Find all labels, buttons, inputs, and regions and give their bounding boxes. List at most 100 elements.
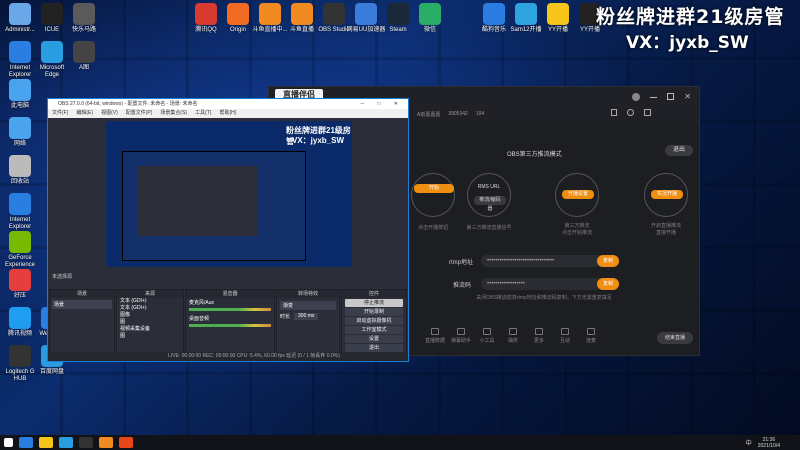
- tool-icon: [535, 328, 543, 335]
- tool-button[interactable]: 互动: [551, 328, 579, 344]
- app-icon: [9, 3, 31, 25]
- tool-button[interactable]: 小工具: [473, 328, 501, 344]
- duration-input[interactable]: 300 ms: [294, 313, 319, 320]
- tool-label: 抽奖: [507, 338, 518, 344]
- app-icon: [9, 269, 31, 291]
- douyu-taskbar-icon[interactable]: [99, 437, 113, 448]
- source-item[interactable]: 文本 (GDI+): [117, 298, 183, 305]
- menu-scene-collection[interactable]: 场景集合(S): [160, 109, 187, 118]
- transition-select[interactable]: 渐变: [280, 301, 336, 310]
- obs-preview[interactable]: 粉丝牌进群21级房管 VX：jyxb_SW: [106, 121, 352, 267]
- desktop-icon-label: 回收站: [10, 179, 29, 185]
- store-taskbar-icon[interactable]: [59, 437, 73, 448]
- banner-line-1: 粉丝牌进群21级房管: [596, 6, 785, 28]
- start-icon[interactable]: [4, 438, 13, 447]
- control-button[interactable]: 开始录制: [345, 308, 403, 316]
- app-icon: [419, 3, 441, 25]
- desktop-icon[interactable]: Internet Explorer: [0, 193, 40, 231]
- app-icon: [9, 193, 31, 215]
- zhibo-toolbar-icons: [611, 109, 651, 116]
- source-item[interactable]: 视频采集设备: [117, 326, 183, 333]
- desktop-icon-label: 好压: [13, 293, 26, 299]
- tool-button[interactable]: 更多: [525, 328, 553, 344]
- step-1-button[interactable]: 开始: [414, 184, 454, 193]
- close-icon[interactable]: ✕: [684, 93, 691, 101]
- desktop-icon[interactable]: GeForce Experience: [0, 231, 40, 269]
- tool-button[interactable]: 连麦: [577, 328, 605, 344]
- tool-icon: [457, 328, 465, 335]
- control-button[interactable]: 工作室模式: [345, 326, 403, 334]
- app-icon: [483, 3, 505, 25]
- rtmp-copy-button[interactable]: 复制: [597, 255, 619, 267]
- key-copy-button[interactable]: 复制: [597, 278, 619, 290]
- rtmp-field[interactable]: ••••••••••••••••••••••••••••••••: [481, 255, 611, 267]
- maximize-icon[interactable]: [667, 93, 675, 100]
- more-icon[interactable]: [644, 109, 651, 116]
- menu-help[interactable]: 帮助(H): [219, 109, 236, 118]
- tool-button[interactable]: 抽奖: [499, 328, 527, 344]
- obs-taskbar-icon[interactable]: [79, 437, 93, 448]
- tool-label: 互动: [559, 338, 570, 344]
- control-button[interactable]: 设置: [345, 335, 403, 343]
- key-label: 推流码: [453, 283, 472, 289]
- control-button[interactable]: 停止推流: [345, 299, 403, 307]
- desktop-icon[interactable]: 好压: [0, 269, 40, 300]
- tool-button[interactable]: 弹幕助手: [447, 328, 475, 344]
- desktop-icon-label: A图: [78, 65, 89, 71]
- banner-line-2: VX：jyxb_SW: [626, 33, 749, 53]
- user-id: 3905342: [448, 111, 468, 117]
- scene-item[interactable]: 场景: [52, 300, 112, 309]
- menu-edit[interactable]: 编辑(E): [76, 109, 93, 118]
- source-item[interactable]: 图: [117, 319, 183, 326]
- tool-label: 直播数据: [424, 338, 445, 344]
- step-3-caption: 第三方推流 点击开始推流: [561, 223, 592, 236]
- scenes-dock: 场景 场景: [49, 289, 115, 353]
- avatar-icon[interactable]: [632, 93, 641, 101]
- tool-icon: [483, 328, 491, 335]
- source-item[interactable]: 图像: [117, 312, 183, 319]
- desktop-icon[interactable]: 此电脑: [0, 79, 40, 110]
- source-item[interactable]: 文本 (GDI+): [117, 305, 183, 312]
- step-3-button[interactable]: 开播设置: [562, 190, 594, 199]
- source-list: 文本 (GDI+) 文本 (GDI+) 图像图视频采集设备图: [117, 298, 183, 340]
- explorer-taskbar-icon[interactable]: [39, 437, 53, 448]
- tool-button[interactable]: 直播数据: [421, 328, 449, 344]
- desktop-icon[interactable]: 网络: [0, 117, 40, 148]
- rtmp-label: rtmp地址: [449, 260, 474, 266]
- mixer-dock: 混音器 麦克风/Aux 桌面音频: [185, 289, 275, 353]
- desktop-icon[interactable]: 回收站: [0, 155, 40, 186]
- key-field[interactable]: ••••••••••••••••••: [481, 278, 611, 290]
- step-2-button[interactable]: 推流/编码器: [474, 196, 506, 212]
- mixer-meter-2: [189, 324, 271, 327]
- app-icon: [9, 307, 31, 329]
- source-item[interactable]: 图: [117, 333, 183, 340]
- exit-mode-button[interactable]: 退出: [665, 145, 693, 156]
- minimize-icon[interactable]: [650, 97, 658, 98]
- step-4-button[interactable]: 实况开播: [651, 190, 683, 199]
- obs-window-controls[interactable]: ─ □ ✕: [360, 99, 404, 109]
- app-icon: [9, 117, 31, 139]
- chrome-taskbar-icon[interactable]: [119, 437, 133, 448]
- control-button[interactable]: 启动虚拟摄像机: [345, 317, 403, 325]
- menu-view[interactable]: 视图(V): [101, 109, 118, 118]
- desktop-icon[interactable]: A图: [64, 41, 104, 72]
- settings-icon[interactable]: [627, 109, 634, 116]
- obs-menubar: 文件(F) 编辑(E) 视图(V) 配置文件(P) 场景集合(S) 工具(T) …: [48, 109, 408, 118]
- control-button[interactable]: 退出: [345, 344, 403, 352]
- user-name: A前嘉嘉嘉: [417, 112, 441, 118]
- tool-icon: [587, 328, 595, 335]
- mode-title: OBS第三方推流模式: [507, 152, 562, 158]
- clock[interactable]: 21:36 2021/10/4: [758, 437, 780, 449]
- menu-tools[interactable]: 工具(T): [195, 109, 211, 118]
- zhibo-user-line: A前嘉嘉嘉 3905342 104: [417, 111, 484, 118]
- desktop-icon[interactable]: 快乐马路: [64, 3, 104, 34]
- menu-profile[interactable]: 配置文件(P): [126, 109, 153, 118]
- preview-overlay-2: VX：jyxb_SW: [292, 136, 345, 145]
- end-live-button[interactable]: 结束直播: [657, 332, 693, 344]
- lock-icon[interactable]: [611, 109, 617, 116]
- lang-indicator[interactable]: 中: [746, 438, 752, 447]
- desktop-icon[interactable]: 微信: [410, 3, 450, 34]
- obs-window: OBS 27.0.0 (64-bit, windows) - 配置文件: 未命名…: [47, 98, 409, 362]
- menu-file[interactable]: 文件(F): [52, 109, 68, 118]
- edge-taskbar-icon[interactable]: [19, 437, 33, 448]
